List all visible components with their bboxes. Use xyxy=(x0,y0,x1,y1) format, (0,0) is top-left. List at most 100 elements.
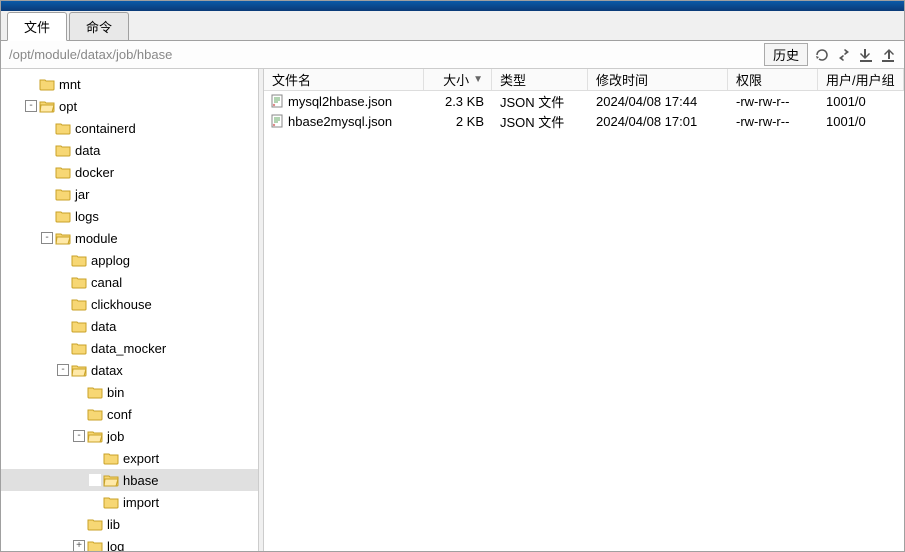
collapse-icon[interactable]: - xyxy=(73,430,85,442)
tree-item-export[interactable]: export xyxy=(1,447,258,469)
expand-icon[interactable]: + xyxy=(73,540,85,551)
file-list-header: 文件名 大小▼ 类型 修改时间 权限 用户/用户组 xyxy=(264,69,904,91)
tree-item-applog[interactable]: applog xyxy=(1,249,258,271)
tree-item-logs[interactable]: logs xyxy=(1,205,258,227)
history-button[interactable]: 历史 xyxy=(764,43,808,66)
folder-open-icon xyxy=(55,231,71,245)
expander-placeholder xyxy=(41,166,53,178)
file-size: 2 KB xyxy=(424,114,492,129)
tab-file[interactable]: 文件 xyxy=(7,12,67,41)
collapse-icon[interactable]: - xyxy=(57,364,69,376)
tree-label: clickhouse xyxy=(91,297,152,312)
tree-label: mnt xyxy=(59,77,81,92)
tree-label: hbase xyxy=(123,473,158,488)
tree-label: docker xyxy=(75,165,114,180)
file-row[interactable]: hbase2mysql.json 2 KBJSON 文件2024/04/08 17… xyxy=(264,111,904,131)
tree-item-conf[interactable]: conf xyxy=(1,403,258,425)
tree-label: logs xyxy=(75,209,99,224)
tree-item-data_mocker[interactable]: data_mocker xyxy=(1,337,258,359)
tree-item-lib[interactable]: lib xyxy=(1,513,258,535)
col-user[interactable]: 用户/用户组 xyxy=(818,69,904,90)
col-perm[interactable]: 权限 xyxy=(728,69,818,90)
folder-tree[interactable]: mnt-optcontainerddatadockerjarlogs-modul… xyxy=(1,69,259,551)
expander-placeholder xyxy=(25,78,37,90)
expander-placeholder xyxy=(57,276,69,288)
folder-icon xyxy=(71,297,87,311)
expander-placeholder xyxy=(41,210,53,222)
tree-item-containerd[interactable]: containerd xyxy=(1,117,258,139)
folder-icon xyxy=(71,341,87,355)
file-list[interactable]: mysql2hbase.json2.3 KBJSON 文件2024/04/08 … xyxy=(264,91,904,551)
refresh-icon[interactable] xyxy=(814,47,830,63)
collapse-icon[interactable]: - xyxy=(25,100,37,112)
folder-icon xyxy=(87,539,103,551)
folder-icon xyxy=(87,385,103,399)
tree-item-data[interactable]: data xyxy=(1,139,258,161)
file-type: JSON 文件 xyxy=(492,112,588,131)
file-row[interactable]: mysql2hbase.json2.3 KBJSON 文件2024/04/08 … xyxy=(264,91,904,111)
upload-icon[interactable] xyxy=(880,47,896,63)
col-name[interactable]: 文件名 xyxy=(264,69,424,90)
json-file-icon xyxy=(270,114,284,128)
expander-placeholder xyxy=(41,122,53,134)
tree-label: opt xyxy=(59,99,77,114)
tree-item-module[interactable]: - module xyxy=(1,227,258,249)
expander-placeholder xyxy=(41,144,53,156)
folder-icon xyxy=(55,165,71,179)
folder-icon xyxy=(71,253,87,267)
folder-icon xyxy=(55,121,71,135)
tree-label: data xyxy=(91,319,116,334)
folder-open-icon xyxy=(87,429,103,443)
folder-icon xyxy=(55,143,71,157)
col-type[interactable]: 类型 xyxy=(492,69,588,90)
tree-label: module xyxy=(75,231,118,246)
tree-item-import[interactable]: import xyxy=(1,491,258,513)
expander-placeholder xyxy=(41,188,53,200)
tree-item-mnt[interactable]: mnt xyxy=(1,73,258,95)
tree-item-log[interactable]: +log xyxy=(1,535,258,551)
col-mtime[interactable]: 修改时间 xyxy=(588,69,728,90)
tree-label: data_mocker xyxy=(91,341,166,356)
tree-item-datax[interactable]: - datax xyxy=(1,359,258,381)
file-size: 2.3 KB xyxy=(424,94,492,109)
tree-item-jar[interactable]: jar xyxy=(1,183,258,205)
tab-command[interactable]: 命令 xyxy=(69,12,129,40)
expander-placeholder xyxy=(73,408,85,420)
file-perm: -rw-rw-r-- xyxy=(728,94,818,109)
collapse-icon[interactable]: - xyxy=(41,232,53,244)
file-name: hbase2mysql.json xyxy=(288,114,392,129)
folder-icon xyxy=(55,187,71,201)
file-mtime: 2024/04/08 17:01 xyxy=(588,114,728,129)
file-user: 1001/0 xyxy=(818,114,904,129)
swap-icon[interactable] xyxy=(836,47,852,63)
folder-open-icon xyxy=(103,473,119,487)
tree-label: datax xyxy=(91,363,123,378)
tree-item-bin[interactable]: bin xyxy=(1,381,258,403)
expander-placeholder xyxy=(89,474,101,486)
expander-placeholder xyxy=(89,496,101,508)
tree-label: applog xyxy=(91,253,130,268)
expander-placeholder xyxy=(57,320,69,332)
tree-item-docker[interactable]: docker xyxy=(1,161,258,183)
tree-item-hbase[interactable]: hbase xyxy=(1,469,258,491)
sort-desc-icon: ▼ xyxy=(473,74,483,85)
file-type: JSON 文件 xyxy=(492,92,588,111)
folder-icon xyxy=(39,77,55,91)
title-bar xyxy=(1,1,904,11)
file-mtime: 2024/04/08 17:44 xyxy=(588,94,728,109)
path-bar: /opt/module/datax/job/hbase 历史 xyxy=(1,41,904,69)
expander-placeholder xyxy=(57,342,69,354)
col-size[interactable]: 大小▼ xyxy=(424,69,492,90)
file-user: 1001/0 xyxy=(818,94,904,109)
tree-label: import xyxy=(123,495,159,510)
tree-item-opt[interactable]: - opt xyxy=(1,95,258,117)
folder-icon xyxy=(71,319,87,333)
tree-item-canal[interactable]: canal xyxy=(1,271,258,293)
tree-item-clickhouse[interactable]: clickhouse xyxy=(1,293,258,315)
tree-label: export xyxy=(123,451,159,466)
download-icon[interactable] xyxy=(858,47,874,63)
expander-placeholder xyxy=(73,518,85,530)
tree-item-job[interactable]: -job xyxy=(1,425,258,447)
expander-placeholder xyxy=(73,386,85,398)
tree-item-data[interactable]: data xyxy=(1,315,258,337)
